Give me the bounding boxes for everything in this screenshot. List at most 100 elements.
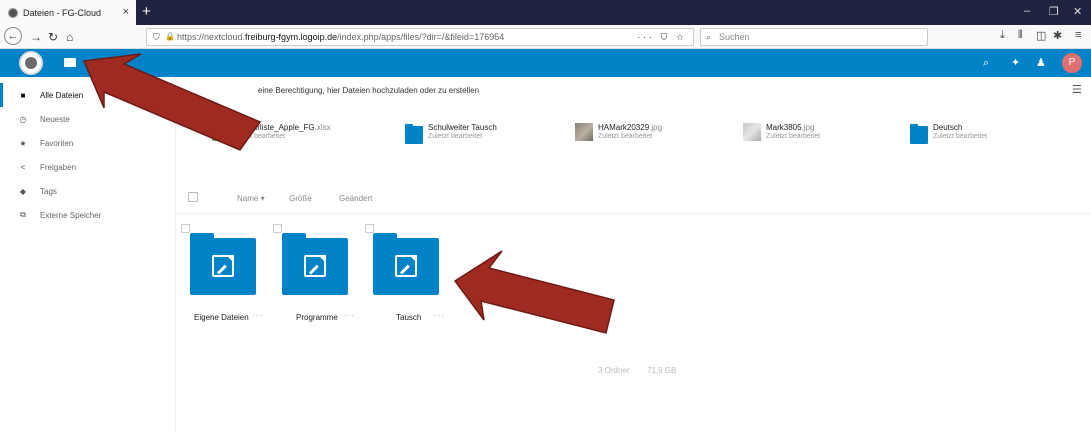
- star-icon: ★: [19, 138, 27, 148]
- lock-icon[interactable]: 🔒: [165, 29, 175, 45]
- url-path: /index.php/apps/files/?dir=/&fileid=1769…: [337, 32, 505, 42]
- search-placeholder: Suchen: [719, 32, 750, 42]
- notifications-icon[interactable]: ✦: [1011, 56, 1020, 70]
- sidebar-item-label: Neueste: [40, 114, 70, 124]
- recent-item-sub: Zuletzt bearbeitet: [933, 133, 988, 140]
- files-app-icon[interactable]: [64, 58, 76, 67]
- minimize-icon[interactable]: –: [1024, 5, 1030, 17]
- recent-item-sub: Zuletzt bearbeitet: [231, 133, 286, 140]
- more-actions-icon[interactable]: ···: [344, 311, 355, 320]
- user-avatar[interactable]: P: [1062, 53, 1082, 73]
- sidebar-item-recent[interactable]: ◷ Neueste: [0, 107, 176, 131]
- select-all-checkbox[interactable]: [188, 192, 198, 202]
- recent-item-sub: Zuletzt bearbeitet: [428, 133, 483, 140]
- recent-item-name: Schulweiter Tausch: [428, 123, 497, 132]
- forward-icon[interactable]: →: [30, 28, 42, 46]
- sidebar-item-favorites[interactable]: ★ Favoriten: [0, 131, 176, 155]
- sidebar-item-label: Alle Dateien: [40, 90, 84, 100]
- search-icon: ⌕: [706, 32, 712, 42]
- column-size[interactable]: Größe: [289, 194, 312, 203]
- folder-tile-eigene-dateien[interactable]: [190, 233, 256, 295]
- more-actions-icon[interactable]: ···: [434, 311, 445, 320]
- share-icon: <: [20, 162, 26, 172]
- folder-tile-tausch[interactable]: [373, 233, 439, 295]
- recent-item-name: Deutsch: [933, 123, 963, 132]
- new-tab-button[interactable]: +: [142, 3, 151, 21]
- url-prefix: https://nextcloud.: [177, 32, 246, 42]
- url-bar[interactable]: ⛉ 🔒 https://nextcloud.freiburg-fgym.logo…: [146, 28, 694, 46]
- external-link-icon: [395, 255, 417, 277]
- reload-icon[interactable]: ↻: [48, 28, 58, 46]
- folder-checkbox[interactable]: [181, 224, 190, 233]
- library-icon[interactable]: ⫴: [1018, 29, 1023, 42]
- app-header: ⌕ ✦ ♟ P: [0, 49, 1091, 77]
- header-search-icon[interactable]: ⌕: [983, 56, 989, 70]
- tag-icon: ◆: [19, 186, 27, 196]
- recent-item-name: HAMark20329: [598, 123, 650, 132]
- recent-item[interactable]: Mark3805.jpg Zuletzt bearbeitet: [743, 123, 820, 145]
- divider: [176, 213, 1091, 214]
- sidebar-item-label: Tags: [40, 186, 57, 196]
- clock-icon: ◷: [19, 114, 27, 124]
- tracking-shield-icon[interactable]: ⛉: [153, 29, 160, 45]
- download-icon[interactable]: ⤓: [1000, 29, 1005, 42]
- sidebar-item-label: Freigaben: [40, 162, 77, 172]
- recent-item-sub: Zuletzt bearbeitet: [766, 133, 821, 140]
- sidebar: ■ Alle Dateien ◷ Neueste ★ Favoriten < F…: [0, 77, 176, 432]
- home-icon[interactable]: ⌂: [66, 28, 73, 46]
- browser-window: Dateien - FG-Cloud × + – ❐ ✕ ← → ↻ ⌂ ⛉ 🔒…: [0, 0, 1091, 432]
- folder-name[interactable]: Tausch: [396, 313, 421, 322]
- spreadsheet-icon: [212, 123, 226, 141]
- external-link-icon: [304, 255, 326, 277]
- image-icon: [743, 123, 761, 141]
- contacts-icon[interactable]: ♟: [1036, 56, 1046, 70]
- sidebar-item-label: Externe Speicher: [40, 210, 102, 220]
- folder-name[interactable]: Programme: [296, 313, 338, 322]
- permission-notice: eine Berechtigung, hier Dateien hochzula…: [258, 86, 480, 95]
- navigation-bar: ← → ↻ ⌂ ⛉ 🔒 https://nextcloud.freiburg-f…: [0, 25, 1091, 49]
- folder-checkbox[interactable]: [365, 224, 374, 233]
- tab-bar: Dateien - FG-Cloud × + – ❐ ✕: [0, 0, 1091, 25]
- back-button[interactable]: ←: [4, 27, 22, 45]
- favicon-icon: [8, 7, 18, 18]
- recent-item-name: Inventarliste_Apple_FG: [231, 123, 315, 132]
- window-close-icon[interactable]: ✕: [1073, 5, 1082, 18]
- external-storage-icon: ⧉: [20, 210, 26, 219]
- sidebar-toggle-icon[interactable]: ◫: [1036, 29, 1046, 42]
- recent-item-ext: .xlsx: [314, 123, 331, 132]
- recent-item[interactable]: Schulweiter Tausch Zuletzt bearbeitet: [405, 123, 497, 145]
- recent-item-sub: Zuletzt bearbeitet: [598, 133, 653, 140]
- view-toggle-icon[interactable]: ☰: [1072, 83, 1082, 96]
- red-arrow-bottom: [453, 250, 615, 334]
- tab-close-icon[interactable]: ×: [123, 6, 129, 18]
- school-logo-icon[interactable]: [19, 51, 43, 75]
- summary-folder-count: 3 Ordner: [598, 366, 630, 375]
- folder-tile-programme[interactable]: [282, 233, 348, 295]
- restore-icon[interactable]: ❐: [1049, 5, 1059, 18]
- folder-name[interactable]: Eigene Dateien: [194, 313, 249, 322]
- recent-item[interactable]: Deutsch Zuletzt bearbeitet: [910, 123, 987, 145]
- recent-item-ext: .jpg: [649, 123, 663, 132]
- more-actions-icon[interactable]: ···: [252, 311, 263, 320]
- recent-item[interactable]: Inventarliste_Apple_FG.xlsx Zuletzt bear…: [212, 123, 331, 145]
- extension-icon[interactable]: ✱: [1053, 29, 1062, 42]
- recent-item-name: Mark3805: [766, 123, 802, 132]
- tab-title: Dateien - FG-Cloud: [23, 7, 102, 18]
- folder-icon: [405, 124, 423, 144]
- recent-item-ext: .jpg: [801, 123, 815, 132]
- url-domain: freiburg-fgym.logoip.de: [245, 32, 338, 42]
- summary-total-size: 71,9 GB: [647, 366, 677, 375]
- column-modified[interactable]: Geändert: [339, 194, 372, 203]
- folder-checkbox[interactable]: [273, 224, 282, 233]
- browser-tab[interactable]: Dateien - FG-Cloud ×: [0, 0, 136, 25]
- browser-search-input[interactable]: ⌕ Suchen: [700, 28, 928, 46]
- sidebar-item-all-files[interactable]: ■ Alle Dateien: [0, 83, 176, 107]
- menu-icon[interactable]: ≡: [1075, 29, 1081, 41]
- folder-icon: ■: [20, 90, 26, 100]
- column-name[interactable]: Name ▾: [237, 194, 265, 203]
- sidebar-item-shares[interactable]: < Freigaben: [0, 155, 176, 179]
- sidebar-item-external-storage[interactable]: ⧉ Externe Speicher: [0, 203, 176, 227]
- sidebar-item-tags[interactable]: ◆ Tags: [0, 179, 176, 203]
- recent-item[interactable]: HAMark20329.jpg Zuletzt bearbeitet: [575, 123, 662, 145]
- page-actions-icon[interactable]: ··· ⛉ ☆: [637, 29, 687, 45]
